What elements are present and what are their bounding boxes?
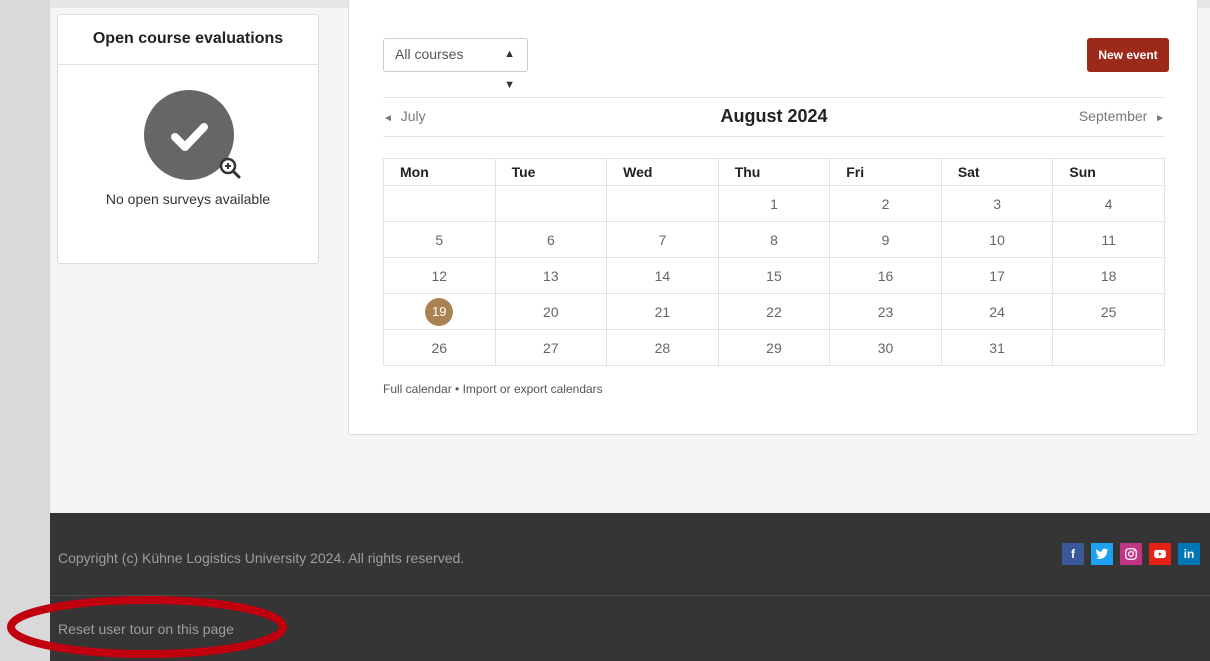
day-cell[interactable]: 27 bbox=[494, 329, 608, 366]
day-cell[interactable]: 20 bbox=[494, 293, 608, 330]
day-cell[interactable]: 17 bbox=[940, 257, 1054, 294]
course-filter-select[interactable]: All courses ▲ ▼ bbox=[383, 38, 528, 91]
weekday-header: Sun bbox=[1052, 158, 1165, 186]
weekday-header: Wed bbox=[606, 158, 719, 186]
calendar-week-row: 26 27 28 29 30 31 bbox=[383, 329, 1165, 366]
calendar-footer-links: Full calendar • Import or export calenda… bbox=[383, 382, 603, 396]
import-export-link[interactable]: Import or export calendars bbox=[463, 382, 603, 396]
calendar-week-row: 5 6 7 8 9 10 11 bbox=[383, 221, 1165, 258]
day-cell-today[interactable]: 19 bbox=[383, 293, 496, 330]
youtube-icon[interactable] bbox=[1149, 543, 1171, 565]
day-cell[interactable] bbox=[494, 185, 608, 222]
day-cell[interactable]: 2 bbox=[829, 185, 942, 222]
day-cell[interactable]: 18 bbox=[1052, 257, 1165, 294]
twitter-icon[interactable] bbox=[1091, 543, 1113, 565]
day-cell[interactable] bbox=[383, 185, 496, 222]
day-cell[interactable]: 6 bbox=[494, 221, 608, 258]
day-cell[interactable]: 4 bbox=[1052, 185, 1165, 222]
weekday-header: Fri bbox=[829, 158, 942, 186]
day-cell[interactable]: 21 bbox=[606, 293, 719, 330]
copyright-text: Copyright (c) Kühne Logistics University… bbox=[58, 550, 465, 566]
zoom-icon[interactable] bbox=[218, 156, 242, 180]
day-cell[interactable]: 31 bbox=[940, 329, 1054, 366]
calendar-week-row: 19 20 21 22 23 24 25 bbox=[383, 293, 1165, 330]
weekday-header: Mon bbox=[383, 158, 496, 186]
weekday-header: Sat bbox=[940, 158, 1054, 186]
day-cell[interactable]: 9 bbox=[829, 221, 942, 258]
day-cell[interactable] bbox=[606, 185, 719, 222]
day-cell[interactable]: 26 bbox=[383, 329, 496, 366]
facebook-icon[interactable]: f bbox=[1062, 543, 1084, 565]
today-badge: 19 bbox=[425, 297, 454, 326]
day-cell[interactable]: 11 bbox=[1052, 221, 1165, 258]
day-cell[interactable]: 14 bbox=[606, 257, 719, 294]
day-cell[interactable] bbox=[1052, 329, 1165, 366]
weekday-header-row: Mon Tue Wed Thu Fri Sat Sun bbox=[383, 158, 1165, 186]
next-month-label: September bbox=[1078, 108, 1148, 124]
next-month-link[interactable]: September ► bbox=[1079, 108, 1165, 124]
evaluations-title: Open course evaluations bbox=[58, 15, 318, 65]
site-footer: Copyright (c) Kühne Logistics University… bbox=[50, 513, 1210, 661]
day-cell[interactable]: 1 bbox=[717, 185, 831, 222]
day-cell[interactable]: 25 bbox=[1052, 293, 1165, 330]
day-cell[interactable]: 24 bbox=[940, 293, 1054, 330]
page: Open course evaluations No open surveys … bbox=[50, 0, 1210, 661]
social-links: f in bbox=[1062, 543, 1200, 565]
day-cell[interactable]: 12 bbox=[383, 257, 496, 294]
day-cell[interactable]: 29 bbox=[717, 329, 831, 366]
footer-divider bbox=[50, 595, 1210, 596]
select-arrows-icon: ▲ ▼ bbox=[504, 48, 515, 91]
day-cell[interactable]: 10 bbox=[940, 221, 1054, 258]
day-cell[interactable]: 5 bbox=[383, 221, 496, 258]
no-surveys-text: No open surveys available bbox=[105, 191, 271, 207]
reset-user-tour-link[interactable]: Reset user tour on this page bbox=[58, 621, 234, 637]
day-cell[interactable]: 7 bbox=[606, 221, 719, 258]
link-separator: • bbox=[455, 382, 460, 396]
linkedin-icon[interactable]: in bbox=[1178, 543, 1200, 565]
day-cell[interactable]: 22 bbox=[717, 293, 831, 330]
weekday-header: Tue bbox=[494, 158, 608, 186]
calendar-block: All courses ▲ ▼ New event ◄ July August 2… bbox=[348, 0, 1198, 435]
calendar-week-row: 12 13 14 15 16 17 18 bbox=[383, 257, 1165, 294]
calendar-week-row: 1 2 3 4 bbox=[383, 185, 1165, 222]
day-cell[interactable]: 28 bbox=[606, 329, 719, 366]
day-cell[interactable]: 3 bbox=[940, 185, 1054, 222]
full-calendar-link[interactable]: Full calendar bbox=[383, 382, 452, 396]
day-cell[interactable]: 16 bbox=[829, 257, 942, 294]
day-cell[interactable]: 23 bbox=[829, 293, 942, 330]
day-cell[interactable]: 15 bbox=[717, 257, 831, 294]
course-evaluations-block: Open course evaluations No open surveys … bbox=[57, 14, 319, 264]
day-cell[interactable]: 13 bbox=[494, 257, 608, 294]
weekday-header: Thu bbox=[717, 158, 831, 186]
month-navigation: ◄ July August 2024 September ► bbox=[383, 97, 1165, 137]
calendar-grid: Mon Tue Wed Thu Fri Sat Sun 1 2 3 4 5 6 … bbox=[383, 158, 1165, 366]
course-filter-value: All courses bbox=[395, 46, 464, 62]
current-month-title: August 2024 bbox=[720, 106, 828, 126]
new-event-button[interactable]: New event bbox=[1087, 38, 1169, 72]
day-cell[interactable]: 8 bbox=[717, 221, 831, 258]
caret-right-icon: ► bbox=[1155, 113, 1165, 124]
instagram-icon[interactable] bbox=[1120, 543, 1142, 565]
day-cell[interactable]: 30 bbox=[829, 329, 942, 366]
